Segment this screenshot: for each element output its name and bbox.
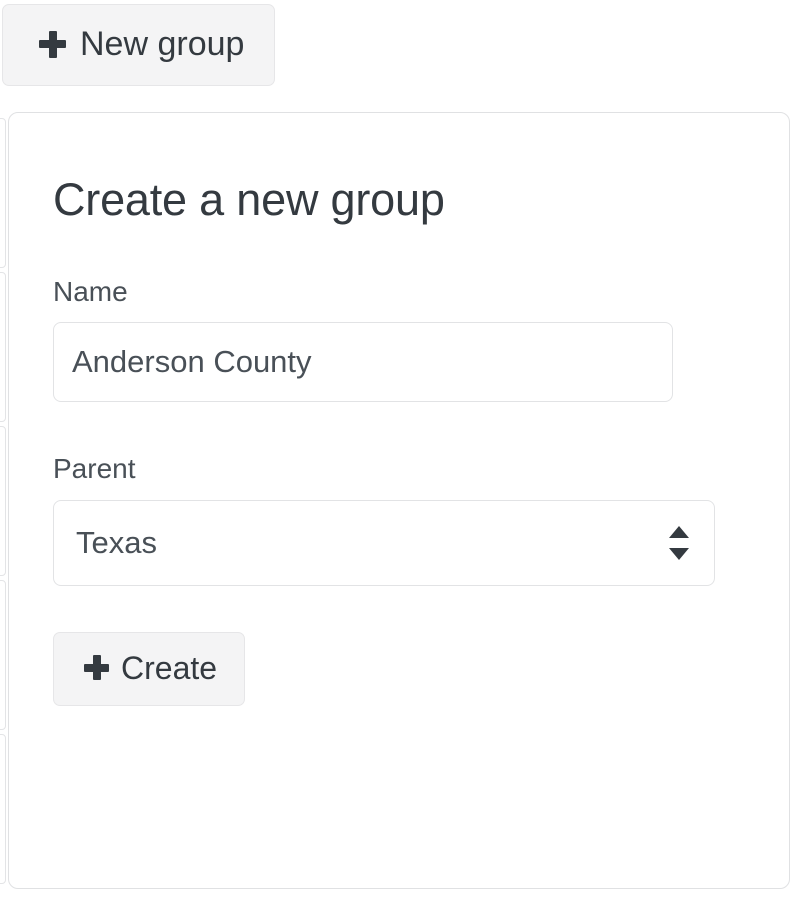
- create-group-panel: Create a new group Name Parent Texas Cre…: [8, 112, 790, 889]
- background-list: [0, 0, 8, 910]
- page-title: Create a new group: [53, 174, 445, 225]
- toolbar: New group: [2, 4, 276, 86]
- name-field-label: Name: [53, 275, 128, 307]
- background-list-item: [0, 272, 6, 422]
- create-button-row: Create: [53, 631, 789, 706]
- background-list-item: [0, 426, 6, 576]
- parent-select[interactable]: Texas: [53, 499, 715, 586]
- create-button[interactable]: Create: [53, 631, 246, 706]
- new-group-button[interactable]: New group: [2, 4, 276, 86]
- name-input[interactable]: [53, 322, 673, 403]
- parent-select-wrapper: Texas: [53, 499, 715, 586]
- background-list-item: [0, 580, 6, 730]
- plus-icon: [84, 655, 109, 681]
- parent-select-value: Texas: [76, 524, 157, 560]
- new-group-button-label: New group: [80, 25, 245, 63]
- background-list-item: [0, 734, 6, 884]
- parent-field-label: Parent: [53, 453, 136, 485]
- plus-icon: [39, 30, 66, 58]
- parent-field-group: Parent Texas: [53, 452, 789, 586]
- background-list-item: [0, 118, 6, 268]
- create-button-label: Create: [121, 649, 218, 686]
- create-group-panel-body: Create a new group Name Parent Texas Cre…: [9, 113, 789, 706]
- name-field-group: Name: [53, 275, 789, 403]
